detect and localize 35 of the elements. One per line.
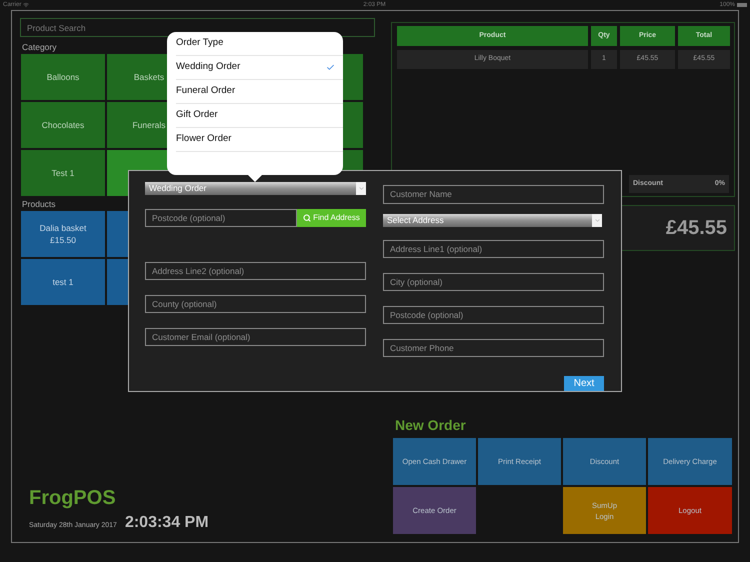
address-select[interactable]: Select Address — [383, 214, 602, 227]
order-type-option[interactable]: Flower Order — [176, 128, 343, 152]
category-tile[interactable]: Test 1 — [21, 150, 105, 196]
text-field[interactable]: Customer Email (optional) — [145, 328, 366, 346]
order-type-option[interactable]: Funeral Order — [176, 80, 343, 104]
wifi-icon — [23, 2, 30, 8]
section-title: New Order — [395, 416, 467, 434]
next-button[interactable]: Next — [564, 376, 604, 391]
find-address-button[interactable]: Find Address — [297, 209, 366, 227]
battery-icon — [737, 3, 747, 7]
category-tile[interactable]: Chocolates — [21, 102, 105, 148]
chevron-down-icon — [594, 217, 600, 224]
category-tile[interactable]: Balloons — [21, 54, 105, 100]
order-type-option[interactable]: Wedding Order — [176, 56, 343, 80]
order-type-select[interactable]: Wedding Order — [145, 182, 366, 195]
search-icon — [303, 214, 312, 222]
text-field[interactable]: Customer Name — [383, 184, 604, 204]
time-label: 2:03:34 PM — [124, 514, 209, 532]
check-icon — [326, 63, 335, 72]
search-field[interactable]: Product Search — [20, 18, 375, 37]
postcode-field[interactable]: Postcode (optional) — [145, 209, 297, 227]
brand-title: FrogPOS — [29, 486, 117, 510]
text-field[interactable]: Address Line2 (optional) — [145, 262, 366, 280]
popover-title: Order Type — [176, 32, 343, 56]
text-field[interactable]: Address Line1 (optional) — [383, 240, 604, 258]
product-tile[interactable]: Dalia basket £15.50 — [21, 211, 105, 257]
text-field[interactable]: City (optional) — [383, 273, 604, 291]
text-field[interactable]: Postcode (optional) — [383, 306, 604, 324]
order-type-option[interactable]: Gift Order — [176, 104, 343, 128]
product-tile[interactable]: test 1 — [21, 259, 105, 305]
text-field[interactable]: County (optional) — [145, 295, 366, 313]
section-title: Category — [22, 41, 56, 53]
chevron-down-icon — [358, 185, 364, 192]
section-title: Products — [22, 198, 56, 210]
text-field[interactable]: Customer Phone — [383, 339, 604, 357]
